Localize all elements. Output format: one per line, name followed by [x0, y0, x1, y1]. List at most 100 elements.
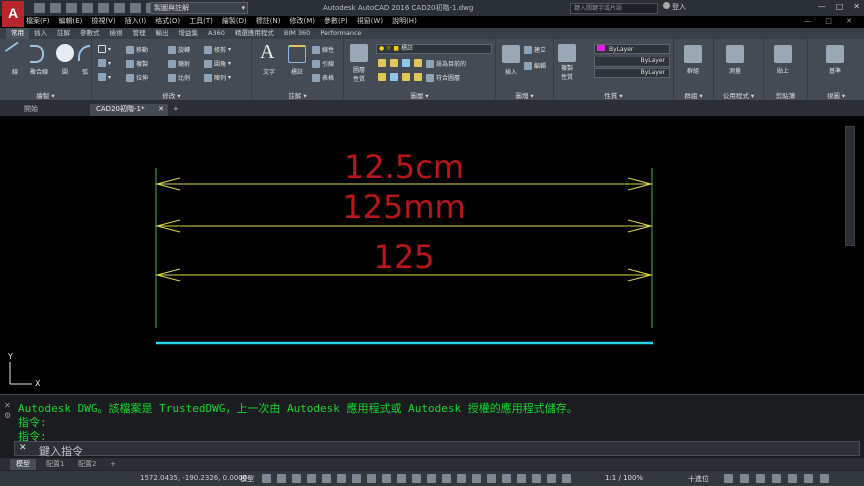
print-icon[interactable] — [98, 3, 109, 13]
tab-output[interactable]: 輸出 — [151, 28, 174, 39]
polyline-icon[interactable] — [30, 45, 44, 63]
application-menu-button[interactable]: A — [2, 1, 24, 27]
search-input[interactable]: 鍵入關鍵字或片語 — [570, 3, 658, 14]
layer-freeze-icon[interactable] — [402, 59, 410, 67]
model-space-button[interactable]: 模型 — [240, 474, 254, 484]
dynamic-ucs-icon[interactable] — [457, 474, 466, 483]
measure-button[interactable]: 測量 — [720, 66, 750, 75]
tab-home[interactable]: 常用 — [6, 28, 29, 39]
navigation-bar[interactable] — [845, 126, 855, 246]
block-panel-title[interactable]: 圖塊 ▾ — [496, 90, 553, 100]
line-icon[interactable] — [4, 41, 24, 59]
lock-ui-icon[interactable] — [740, 474, 749, 483]
open-file-icon[interactable] — [50, 3, 61, 13]
drawing-canvas[interactable]: 12.5cm 125mm 125 Y X — [0, 116, 864, 394]
dimension-tool[interactable]: 標註 — [282, 67, 312, 76]
view-panel-title[interactable]: 視圖 ▾ — [808, 90, 864, 100]
tab-parametric[interactable]: 參數式 — [75, 28, 105, 39]
fillet-tool[interactable]: 圓角 ▾ — [204, 59, 231, 68]
menu-edit[interactable]: 編輯(E) — [59, 16, 83, 28]
text-tool[interactable]: 文字 — [254, 67, 284, 76]
menu-format[interactable]: 格式(O) — [155, 16, 180, 28]
menu-draw[interactable]: 繪製(D) — [222, 16, 247, 28]
selection-cycling-icon[interactable] — [427, 474, 436, 483]
infer-icon[interactable] — [292, 474, 301, 483]
annotation-monitor-icon[interactable] — [532, 474, 541, 483]
object-snap-icon[interactable] — [382, 474, 391, 483]
layer-isolate-icon[interactable] — [390, 59, 398, 67]
layer-properties-button[interactable]: 圖層 性質 — [344, 65, 374, 83]
isolate-objects-icon[interactable] — [756, 474, 765, 483]
close-command-icon[interactable]: ✕ — [4, 401, 14, 411]
new-file-icon[interactable] — [34, 3, 45, 13]
trim-tool[interactable]: 修剪 ▾ — [204, 45, 231, 54]
tab-view[interactable]: 檢視 — [105, 28, 128, 39]
tab-annotate[interactable]: 註解 — [52, 28, 75, 39]
menu-parametric[interactable]: 參數(P) — [324, 16, 348, 28]
signin-button[interactable]: 登入 — [663, 2, 686, 12]
clean-screen-icon[interactable] — [788, 474, 797, 483]
command-input[interactable]: ✕ 鍵入指令 — [14, 441, 860, 458]
base-view-button[interactable]: 基準 — [820, 66, 850, 75]
tab-performance[interactable]: Performance — [315, 28, 366, 39]
coordinates-readout[interactable]: 1572.0435, -190.2326, 0.0000 — [140, 474, 247, 482]
layer-copy-icon[interactable] — [414, 73, 422, 81]
mirror-tool[interactable]: 鏡射 — [168, 59, 190, 68]
rect-tool[interactable]: ▾ — [98, 45, 111, 53]
draw-panel-title[interactable]: 繪製 ▾ — [0, 90, 91, 100]
add-layout-button[interactable]: + — [104, 459, 122, 470]
dynamic-input-icon[interactable] — [307, 474, 316, 483]
cancel-command-icon[interactable]: ✕ — [19, 443, 27, 453]
tab-featured-apps[interactable]: 精選應用程式 — [230, 28, 279, 39]
tab-addins[interactable]: 增益集 — [174, 28, 204, 39]
3d-osnap-icon[interactable] — [442, 474, 451, 483]
object-snap-tracking-icon[interactable] — [367, 474, 376, 483]
layer-unlock-icon[interactable] — [402, 73, 410, 81]
new-tab-button[interactable]: + — [170, 104, 184, 116]
menu-insert[interactable]: 插入(I) — [125, 16, 147, 28]
tab-layout1[interactable]: 配置1 — [40, 459, 70, 470]
selection-filter-icon[interactable] — [472, 474, 481, 483]
layer-dropdown[interactable]: ● ☼ ■ 標註 — [376, 44, 492, 54]
layer-unisolate-icon[interactable] — [378, 73, 386, 81]
group-button[interactable]: 群組 — [678, 66, 708, 75]
close-tab-icon[interactable]: ✕ — [158, 104, 164, 115]
units-display[interactable]: 十進位 — [688, 474, 709, 484]
menu-modify[interactable]: 修改(M) — [289, 16, 315, 28]
annotation-visibility-icon[interactable] — [502, 474, 511, 483]
workspace-dropdown[interactable]: 製圖與註解 — [150, 2, 248, 14]
menu-view[interactable]: 檢視(V) — [91, 16, 115, 28]
tab-drawing[interactable]: CAD20初階-1* ✕ — [90, 104, 168, 116]
transparency-icon[interactable] — [412, 474, 421, 483]
annotation-panel-title[interactable]: 註解 ▾ — [252, 90, 343, 100]
properties-panel-title[interactable]: 性質 ▾ — [554, 90, 673, 100]
region-tool[interactable]: ▾ — [98, 73, 111, 81]
hatch-tool[interactable]: ▾ — [98, 59, 111, 67]
text-icon[interactable]: A — [260, 41, 274, 64]
gizmo-icon[interactable] — [487, 474, 496, 483]
measure-icon[interactable] — [726, 45, 744, 63]
grid-icon[interactable] — [262, 474, 271, 483]
quick-properties-icon[interactable] — [724, 474, 733, 483]
dimension-icon[interactable] — [288, 45, 306, 63]
utilities-panel-title[interactable]: 公用程式 ▾ — [714, 90, 763, 100]
annotation-scale[interactable]: 1:1 / 100% — [605, 474, 643, 482]
layer-lock-icon[interactable] — [414, 59, 422, 67]
stretch-tool[interactable]: 拉伸 — [126, 73, 148, 82]
tab-model[interactable]: 模型 — [10, 459, 36, 470]
tab-bim360[interactable]: BIM 360 — [279, 28, 315, 39]
tab-layout2[interactable]: 配置2 — [72, 459, 102, 470]
menu-window[interactable]: 視窗(W) — [357, 16, 383, 28]
customize-command-icon[interactable]: ⚙ — [4, 411, 14, 421]
color-dropdown[interactable]: ByLayer — [594, 44, 670, 54]
lineweight-dropdown[interactable]: ByLayer — [594, 68, 670, 78]
linear-tool[interactable]: 線性 — [312, 45, 334, 54]
create-block-tool[interactable]: 建立 — [524, 45, 546, 54]
tab-start[interactable]: 開始 — [18, 104, 84, 116]
match-layer-tool[interactable]: 符合圖層 — [426, 73, 460, 82]
close-button[interactable]: ✕ — [853, 2, 860, 11]
modify-panel-title[interactable]: 修改 ▾ — [92, 90, 251, 100]
status-menu-icon[interactable] — [820, 474, 829, 483]
insert-block-icon[interactable] — [502, 45, 520, 63]
layers-panel-title[interactable]: 圖層 ▾ — [344, 90, 495, 100]
